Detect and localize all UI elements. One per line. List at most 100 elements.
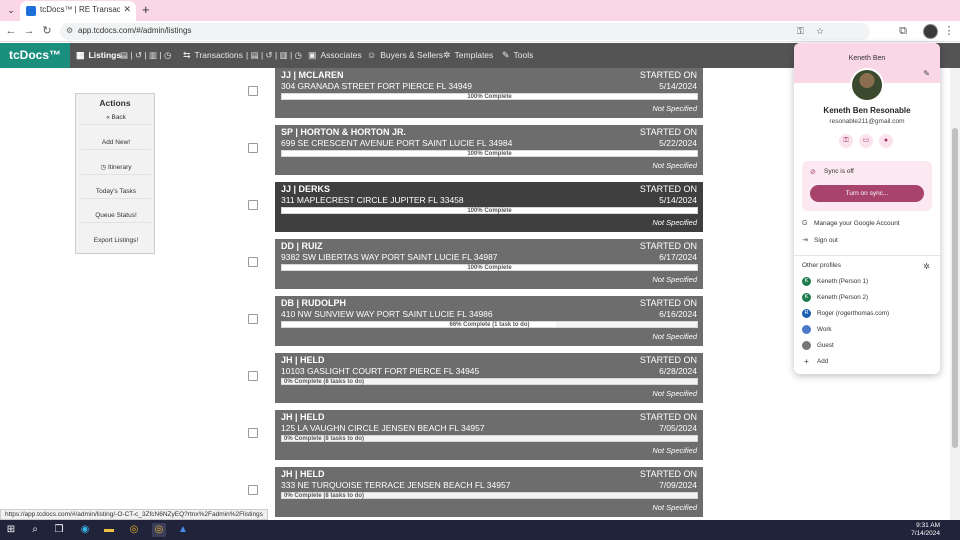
nav-transactions-tools[interactable]: | ▤ | ↺ | ▥ | ◷ bbox=[246, 43, 302, 68]
profile-avatar-icon: R bbox=[802, 309, 811, 318]
nav-associates[interactable]: ▣ Associates bbox=[308, 43, 362, 68]
wrench-icon: ✎ bbox=[502, 50, 510, 60]
action-itinerary[interactable]: ◷ Itinerary bbox=[81, 163, 151, 175]
listing-card[interactable]: JJ | DERKS 311 MAPLECREST CIRCLE JUPITER … bbox=[275, 182, 703, 232]
listing-started-label: STARTED ON bbox=[639, 184, 697, 194]
nav-templates[interactable]: ✲ Templates bbox=[443, 43, 493, 68]
profile-name-top: Keneth Ben bbox=[848, 55, 886, 62]
profile-row[interactable]: R Roger (rogerthomas.com) bbox=[802, 309, 889, 318]
listing-address[interactable]: 410 NW SUNVIEW WAY PORT SAINT LUCIE FL 3… bbox=[281, 309, 493, 319]
listing-address[interactable]: 304 GRANADA STREET FORT PIERCE FL 34949 bbox=[281, 81, 472, 91]
app-window-icon[interactable]: ▲ bbox=[176, 523, 190, 537]
listing-agent: JJ | MCLAREN bbox=[281, 70, 344, 80]
listing-progress-bar: 0% Complete (8 tasks to do) bbox=[281, 492, 698, 499]
listing-card[interactable]: JH | HELD 10103 GASLIGHT COURT FORT PIERC… bbox=[275, 353, 703, 403]
scrollbar-thumb[interactable] bbox=[952, 128, 958, 448]
progress-text: 100% Complete bbox=[467, 265, 512, 271]
manage-account-link[interactable]: G Manage your Google Account bbox=[802, 220, 900, 227]
profile-avatar-button[interactable] bbox=[923, 24, 938, 39]
listing-checkbox[interactable] bbox=[248, 143, 258, 153]
browser-tab[interactable]: tcDocs™ | RE Transaction Mana ✕ bbox=[20, 1, 136, 21]
listing-card[interactable]: JH | HELD 125 LA VAUGHN CIRCLE JENSEN BEA… bbox=[275, 410, 703, 460]
profile-menu-popup: Keneth Ben ✎ Keneth Ben Resonable resona… bbox=[794, 43, 940, 374]
listing-start-date: 6/16/2024 bbox=[659, 309, 697, 319]
progress-text: 100% Complete bbox=[467, 208, 512, 214]
listing-card[interactable]: SP | HORTON & HORTON JR. 699 SE CRESCENT … bbox=[275, 125, 703, 175]
nav-buyers-sellers[interactable]: ☺ Buyers & Sellers bbox=[367, 43, 443, 68]
listing-checkbox[interactable] bbox=[248, 257, 258, 267]
turn-on-sync-button[interactable]: Turn on sync... bbox=[810, 185, 924, 202]
passwords-key-icon[interactable]: ⚿ bbox=[839, 134, 853, 148]
system-clock[interactable]: 9:31 AM 7/14/2024 bbox=[911, 522, 940, 538]
profile-name: Keneth (Person 2) bbox=[817, 294, 869, 302]
search-icon[interactable]: ⌕ bbox=[28, 523, 42, 537]
listing-checkbox[interactable] bbox=[248, 86, 258, 96]
location-pin-icon[interactable]: ● bbox=[879, 134, 893, 148]
listing-card[interactable]: DD | RUIZ 9382 SW LIBERTAS WAY PORT SAINT… bbox=[275, 239, 703, 289]
manage-profiles-gear-icon[interactable]: ✲ bbox=[923, 262, 930, 271]
listing-checkbox[interactable] bbox=[248, 371, 258, 381]
sign-out-link[interactable]: ⇥ Sign out bbox=[802, 236, 838, 244]
task-view-icon[interactable]: ❒ bbox=[52, 523, 66, 537]
nav-listings-tools[interactable]: ▤ | ↺ | ▥ | ◷ bbox=[120, 43, 171, 68]
popup-divider bbox=[794, 255, 940, 256]
chrome-active-window-icon[interactable]: ◎ bbox=[152, 523, 166, 537]
kebab-menu-icon[interactable]: ⋮ bbox=[942, 24, 956, 38]
nav-transactions[interactable]: ⇆ Transactions bbox=[183, 43, 243, 68]
reload-icon[interactable]: ↻ bbox=[40, 24, 54, 38]
password-key-icon[interactable]: ⚿ bbox=[797, 26, 804, 37]
action-todays-tasks[interactable]: Today's Tasks bbox=[81, 188, 151, 199]
listing-address[interactable]: 10103 GASLIGHT COURT FORT PIERCE FL 3494… bbox=[281, 366, 479, 376]
profile-row[interactable]: + Add bbox=[802, 357, 828, 366]
file-explorer-icon[interactable]: ▬ bbox=[102, 523, 116, 537]
nav-tools[interactable]: ✎ Tools bbox=[502, 43, 533, 68]
site-info-icon[interactable]: ⚙ bbox=[66, 26, 73, 35]
listing-address[interactable]: 311 MAPLECREST CIRCLE JUPITER FL 33458 bbox=[281, 195, 464, 205]
profile-row[interactable]: Guest bbox=[802, 341, 834, 350]
listing-address[interactable]: 9382 SW LIBERTAS WAY PORT SAINT LUCIE FL… bbox=[281, 252, 498, 262]
listing-checkbox[interactable] bbox=[248, 200, 258, 210]
nav-listings[interactable]: ▦ Listings bbox=[76, 43, 121, 68]
listing-address[interactable]: 699 SE CRESCENT AVENUE PORT SAINT LUCIE … bbox=[281, 138, 512, 148]
page-scrollbar[interactable] bbox=[950, 68, 960, 520]
profile-row[interactable]: K Keneth (Person 2) bbox=[802, 293, 868, 302]
listing-card[interactable]: JJ | MCLAREN 304 GRANADA STREET FORT PIER… bbox=[275, 68, 703, 118]
windows-start-icon[interactable]: ⊞ bbox=[4, 523, 18, 537]
extensions-puzzle-icon[interactable]: ⧉ bbox=[896, 24, 910, 38]
listing-started-label: STARTED ON bbox=[639, 127, 697, 137]
address-bar[interactable]: ⚙ app.tcdocs.com/#/admin/listings ⚿ ☆ bbox=[60, 23, 870, 40]
listing-checkbox[interactable] bbox=[248, 485, 258, 495]
listing-address[interactable]: 125 LA VAUGHN CIRCLE JENSEN BEACH FL 349… bbox=[281, 423, 485, 433]
tab-close-icon[interactable]: ✕ bbox=[123, 4, 131, 15]
edit-pencil-icon[interactable]: ✎ bbox=[923, 69, 930, 78]
edge-browser-icon[interactable]: ◉ bbox=[78, 523, 92, 537]
chrome-icon[interactable]: ◎ bbox=[127, 523, 141, 537]
listing-card[interactable]: DB | RUDOLPH 410 NW SUNVIEW WAY PORT SAIN… bbox=[275, 296, 703, 346]
listing-checkbox[interactable] bbox=[248, 314, 258, 324]
listing-progress-bar: 100% Complete bbox=[281, 264, 698, 271]
payment-card-icon[interactable]: ▭ bbox=[859, 134, 873, 148]
profile-row[interactable]: K Keneth (Person 1) bbox=[802, 277, 868, 286]
bookmark-star-icon[interactable]: ☆ bbox=[816, 26, 824, 37]
listing-progress-bar: 66% Complete (1 task to do) bbox=[281, 321, 698, 328]
address-url[interactable]: app.tcdocs.com/#/admin/listings bbox=[78, 26, 191, 35]
listing-status: Not Specified bbox=[652, 275, 697, 284]
app-logo[interactable]: tcDocs™ bbox=[0, 43, 70, 68]
profile-quick-icons: ⚿ ▭ ● bbox=[839, 134, 899, 148]
tab-search-icon[interactable]: ⌄ bbox=[4, 3, 18, 17]
new-tab-button[interactable]: + bbox=[142, 2, 150, 17]
forward-arrow-icon[interactable]: → bbox=[22, 24, 36, 38]
listing-started-label: STARTED ON bbox=[639, 355, 697, 365]
action-add-new[interactable]: Add New! bbox=[81, 139, 151, 150]
listing-card[interactable]: JH | HELD 333 NE TURQUOISE TERRACE JENSEN… bbox=[275, 467, 703, 517]
clock-icon: ◷ bbox=[100, 164, 107, 171]
sync-panel: ⊘ Sync is off Turn on sync... bbox=[802, 161, 932, 211]
listing-checkbox[interactable] bbox=[248, 428, 258, 438]
listing-address[interactable]: 333 NE TURQUOISE TERRACE JENSEN BEACH FL… bbox=[281, 480, 510, 490]
listing-progress-bar: 100% Complete bbox=[281, 93, 698, 100]
back-arrow-icon[interactable]: ← bbox=[4, 24, 18, 38]
action-queue-status[interactable]: Queue Status! bbox=[81, 212, 151, 223]
action-back[interactable]: « Back bbox=[81, 114, 151, 125]
action-export-listings[interactable]: Export Listings! bbox=[81, 237, 151, 247]
profile-row[interactable]: Work bbox=[802, 325, 832, 334]
